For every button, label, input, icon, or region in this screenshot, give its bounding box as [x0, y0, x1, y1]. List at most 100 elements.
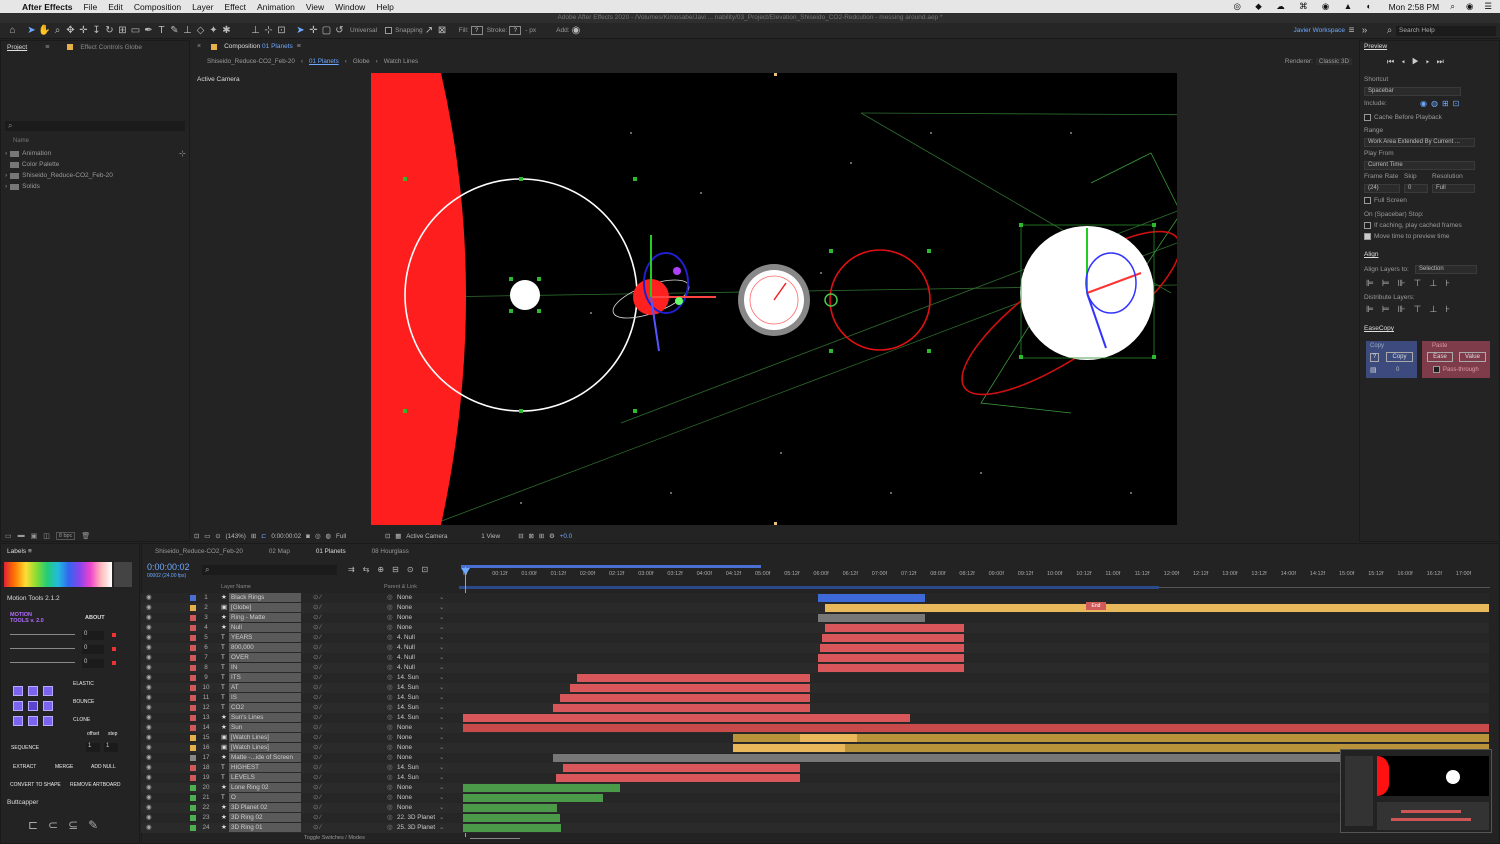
sequence-step[interactable]: 1: [104, 743, 118, 752]
layer-row[interactable]: ◉ 16 ▣ [Watch Lines] ⊙ ⁄ ◎ None ⌄: [141, 743, 1489, 753]
watch-face[interactable]: [738, 264, 810, 336]
parent-chevron-icon[interactable]: ⌄: [439, 783, 444, 793]
parent-chevron-icon[interactable]: ⌄: [439, 773, 444, 783]
work-area-bar[interactable]: [461, 565, 761, 568]
layer-name[interactable]: Lone Ring 02: [229, 783, 301, 792]
stop-option-1[interactable]: If caching, play cached frames: [1364, 222, 1462, 229]
visibility-eye-icon[interactable]: ◉: [146, 693, 152, 703]
shy-switch-icon[interactable]: ⊙ ⁄: [313, 783, 321, 793]
parent-chevron-icon[interactable]: ⌄: [439, 653, 444, 663]
visibility-eye-icon[interactable]: ◉: [146, 823, 152, 833]
anchor-point-button[interactable]: [13, 686, 23, 696]
layer-name[interactable]: [Watch Lines]: [229, 733, 301, 742]
layer-name[interactable]: Sun's Lines: [229, 713, 301, 722]
draft3d-icon[interactable]: ⊠: [528, 533, 533, 540]
parent-dropdown[interactable]: None: [397, 733, 412, 743]
parent-chevron-icon[interactable]: ⌄: [439, 733, 444, 743]
parent-chevron-icon[interactable]: ⌄: [439, 643, 444, 653]
layer-name[interactable]: YEARS: [229, 633, 301, 642]
channel-icon[interactable]: ◍: [325, 533, 331, 540]
end-marker[interactable]: End: [1086, 602, 1106, 610]
project-item[interactable]: Color Palette: [5, 161, 59, 168]
slider-value-1[interactable]: 0: [82, 631, 104, 640]
tab-02-map[interactable]: 02 Map: [269, 548, 290, 555]
shy-switch-icon[interactable]: ⊙ ⁄: [313, 663, 321, 673]
tab-composition[interactable]: Composition 01 Planets: [224, 43, 293, 50]
parent-dropdown[interactable]: None: [397, 753, 412, 763]
merge-button[interactable]: MERGE: [55, 764, 73, 770]
parent-chevron-icon[interactable]: ⌄: [439, 713, 444, 723]
playfrom-dropdown[interactable]: Current Time: [1364, 161, 1475, 170]
ring-handle[interactable]: [824, 293, 838, 307]
grid-icon[interactable]: ⊞: [251, 533, 256, 540]
parent-dropdown[interactable]: 4. Null: [397, 643, 415, 653]
view-axis-icon[interactable]: ⊡: [275, 25, 288, 36]
brush-tool-icon[interactable]: ✎: [168, 25, 181, 36]
layer-duration-bar[interactable]: [560, 694, 810, 702]
layer-duration-bar[interactable]: [825, 624, 964, 632]
layer-row[interactable]: ◉ 18 T HIGHEST ⊙ ⁄ ◎ 14. Sun ⌄: [141, 763, 1489, 773]
pickwhip-icon[interactable]: ◎: [387, 823, 393, 833]
layer-duration-bar[interactable]: [800, 734, 857, 742]
pickwhip-icon[interactable]: ◎: [387, 763, 393, 773]
parent-dropdown[interactable]: None: [397, 743, 412, 753]
comp-menu-icon[interactable]: ≡: [297, 43, 301, 50]
tab-08-hourglass[interactable]: 08 Hourglass: [372, 548, 409, 555]
parent-dropdown[interactable]: None: [397, 803, 412, 813]
layer-duration-bar[interactable]: [733, 744, 845, 752]
slider-value-2[interactable]: 0: [82, 645, 104, 654]
parent-chevron-icon[interactable]: ⌄: [439, 673, 444, 683]
timeline-switches[interactable]: ⇉⇆⊕⊟⊙⊡: [348, 565, 436, 574]
scale-tool-icon[interactable]: ▢: [320, 25, 333, 36]
eraser-tool-icon[interactable]: ◇: [194, 25, 207, 36]
red-ring[interactable]: [829, 249, 931, 351]
layer-duration-bar[interactable]: [822, 634, 964, 642]
anchor-slider-1[interactable]: [10, 634, 75, 635]
menu-help[interactable]: Help: [376, 2, 393, 12]
layer-row[interactable]: ◉ 24 ★ 3D Ring 01 ⊙ ⁄ ◎ 25. 3D Planet ⌄: [141, 823, 1489, 833]
breadcrumb-item[interactable]: 01 Planets: [309, 58, 339, 65]
parent-dropdown[interactable]: None: [397, 603, 412, 613]
parent-dropdown[interactable]: 14. Sun: [397, 683, 419, 693]
red-planet[interactable]: [371, 73, 466, 525]
record-dot-2[interactable]: [112, 647, 116, 651]
layer-duration-bar[interactable]: [463, 804, 557, 812]
layer-duration-bar[interactable]: [563, 764, 800, 772]
layer-duration-bar[interactable]: [570, 684, 810, 692]
shy-switch-icon[interactable]: ⊙ ⁄: [313, 723, 321, 733]
pan-tool-icon[interactable]: ✛: [77, 25, 90, 36]
parent-chevron-icon[interactable]: ⌄: [439, 633, 444, 643]
shy-switch-icon[interactable]: ⊙ ⁄: [313, 623, 321, 633]
type-tool-icon[interactable]: T: [155, 25, 168, 36]
layer-name[interactable]: Matte -...ide of Screen: [229, 753, 301, 762]
layer-row[interactable]: ◉ 2 ▣ [Globe] ⊙ ⁄ ◎ None ⌄: [141, 603, 1489, 613]
siri-icon[interactable]: ◉: [1466, 1, 1473, 12]
home-icon[interactable]: ⌂: [6, 25, 19, 36]
timeline-zoom-slider[interactable]: [470, 838, 520, 839]
elastic-button[interactable]: ELASTIC: [73, 681, 94, 687]
shy-switch-icon[interactable]: ⊙ ⁄: [313, 743, 321, 753]
layer-name[interactable]: Sun: [229, 723, 301, 732]
workspace-label[interactable]: Javier Workspace: [1293, 27, 1345, 34]
fullscreen-checkbox[interactable]: [1364, 197, 1371, 204]
convert-to-shape-button[interactable]: CONVERT TO SHAPE: [10, 782, 61, 788]
parent-dropdown[interactable]: 14. Sun: [397, 703, 419, 713]
record-dot-3[interactable]: [112, 661, 116, 665]
parent-chevron-icon[interactable]: ⌄: [439, 763, 444, 773]
visibility-eye-icon[interactable]: ◉: [146, 683, 152, 693]
pickwhip-icon[interactable]: ◎: [387, 813, 393, 823]
parent-dropdown[interactable]: None: [397, 783, 412, 793]
layer-row[interactable]: ◉ 4 ★ Null ⊙ ⁄ ◎ None ⌄: [141, 623, 1489, 633]
visibility-eye-icon[interactable]: ◉: [146, 773, 152, 783]
shy-switch-icon[interactable]: ⊙ ⁄: [313, 673, 321, 683]
remove-artboard-button[interactable]: REMOVE ARTBOARD: [70, 782, 120, 788]
visibility-eye-icon[interactable]: ◉: [146, 643, 152, 653]
shy-switch-icon[interactable]: ⊙ ⁄: [313, 813, 321, 823]
cache-option[interactable]: Cache Before Playback: [1364, 114, 1442, 121]
project-column-name[interactable]: Name: [13, 138, 29, 144]
sequence-button[interactable]: SEQUENCE: [11, 745, 39, 751]
puppet-tool-icon[interactable]: ✱: [220, 25, 233, 36]
move-time-checkbox[interactable]: [1364, 233, 1371, 240]
layer-row[interactable]: ◉ 3 ★ Ring - Matte ⊙ ⁄ ◎ None ⌄: [141, 613, 1489, 623]
layer-duration-bar[interactable]: [818, 664, 964, 672]
